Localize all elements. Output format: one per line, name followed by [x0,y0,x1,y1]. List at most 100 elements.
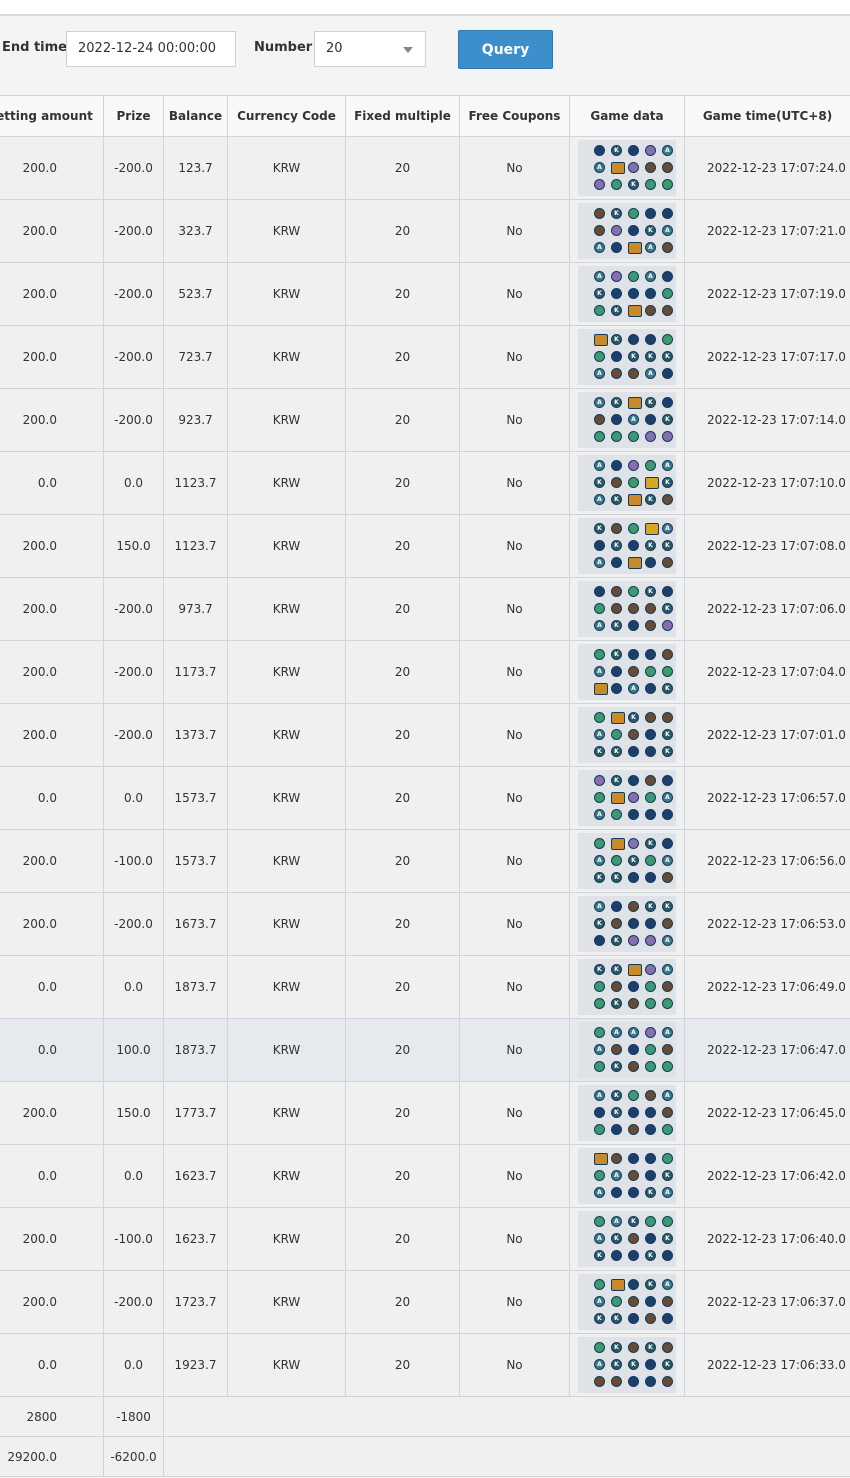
slot-symbol-hair-icon [594,414,605,425]
end-time-input[interactable]: 2022-12-24 00:00:00 [66,31,236,67]
cell-betting-amount: 200.0 [0,892,104,956]
cell-betting-amount: 200.0 [0,325,104,389]
cell-game-time: 2022-12-23 17:07:01.0 [684,703,850,767]
slot-symbol-navy-icon [645,1359,656,1370]
slot-symbol-monkey-icon [628,305,642,317]
slot-symbol-green-icon [628,586,639,597]
slot-symbol-k-icon: K [611,397,622,408]
cell-betting-amount: 200.0 [0,640,104,704]
slot-symbol-hair-icon [628,368,639,379]
slot-symbol-a-icon: A [662,1090,673,1101]
cell-fixed-multiple: 20 [345,577,460,641]
slot-symbol-green-icon [594,305,605,316]
slot-symbol-green-icon [628,523,639,534]
slot-symbol-navy-icon [594,935,605,946]
cell-balance: 1123.7 [163,451,228,515]
cell-game-data: AAKKAKK [569,451,685,515]
slot-symbol-k-icon: K [611,998,622,1009]
number-select[interactable]: 20 [314,31,426,67]
cell-prize: -200.0 [103,262,164,326]
cell-prize: -200.0 [103,892,164,956]
cell-balance: 123.7 [163,136,228,200]
filter-bar: End time 2022-12-24 00:00:00 Number 20 Q… [0,30,850,70]
slot-symbol-navy-icon [645,334,656,345]
query-button[interactable]: Query [458,30,553,69]
slot-symbol-hair-icon [662,918,673,929]
slot-symbol-k-icon: K [645,494,656,505]
cell-game-data: KAAK [569,136,685,200]
slot-symbol-navy-icon [628,872,639,883]
cell-betting-amount: 200.0 [0,1270,104,1334]
slot-symbol-navy-icon [645,683,656,694]
cell-fixed-multiple: 20 [345,1144,460,1208]
slot-symbol-navy-icon [628,334,639,345]
slot-symbol-hair-icon [611,918,622,929]
slot-symbol-hair-icon [662,649,673,660]
cell-fixed-multiple: 20 [345,514,460,578]
cell-prize: 0.0 [103,955,164,1019]
slot-symbol-navy-icon [594,540,605,551]
cell-free-coupons: No [459,262,570,326]
cell-currency-code: KRW [227,1333,346,1397]
slot-symbol-green-icon [594,351,605,362]
slot-symbol-a-icon: A [594,855,605,866]
slot-symbol-green-icon [611,179,622,190]
slot-symbol-a-icon: A [594,1090,605,1101]
slot-symbol-hair-icon [662,712,673,723]
slot-symbol-k-icon: K [611,649,622,660]
header-free-coupons: Free Coupons [459,95,570,137]
slot-symbol-navy-icon [628,620,639,631]
table-row: 200.0 -100.0 1573.7 KRW 20 No K A K A K K 2022-12-23… [0,829,850,893]
summary-betting-amount: 2800 [0,1396,104,1437]
slot-symbol-hair-icon [662,1044,673,1055]
slot-symbol-a-icon: A [662,792,673,803]
table-row: 200.0 -200.0 1723.7 KRW 20 No K A A K K 2022-12-23 … [0,1270,850,1334]
cell-currency-code: KRW [227,325,346,389]
top-bar [0,0,850,16]
cell-fixed-multiple: 20 [345,199,460,263]
slot-symbol-navy-icon [662,809,673,820]
slot-symbol-hair-icon [645,712,656,723]
slot-symbol-navy-icon [628,918,639,929]
cell-game-data: KKAK [569,577,685,641]
slot-symbol-monkey-icon [628,557,642,569]
cell-prize: -200.0 [103,199,164,263]
slot-symbol-a-icon: A [662,1279,673,1290]
slot-symbol-monkey-icon [594,334,608,346]
slot-symbol-green-icon [594,1279,605,1290]
cell-game-time: 2022-12-23 17:07:19.0 [684,262,850,326]
slot-symbol-navy-icon [645,649,656,660]
header-balance: Balance [163,95,228,137]
slot-symbol-ghost-icon [611,271,622,282]
slot-symbol-hair-icon [594,208,605,219]
cell-balance: 1873.7 [163,1018,228,1082]
cell-free-coupons: No [459,1270,570,1334]
header-game-time: Game time(UTC+8) [684,95,850,137]
slot-symbol-navy-icon [594,1107,605,1118]
cell-currency-code: KRW [227,451,346,515]
cell-game-data: KAAK [569,640,685,704]
cell-prize: -100.0 [103,829,164,893]
slot-symbol-green-icon [594,1216,605,1227]
table-row: 200.0 -100.0 1623.7 KRW 20 No A K A K K K K 2022-12-2… [0,1207,850,1271]
slot-symbol-k-icon: K [662,540,673,551]
cell-balance: 723.7 [163,325,228,389]
slot-symbol-green-icon [628,208,639,219]
cell-fixed-multiple: 20 [345,892,460,956]
cell-betting-amount: 200.0 [0,514,104,578]
slot-symbol-a-icon: A [594,271,605,282]
slot-symbol-hair-icon [645,603,656,614]
slot-symbol-a-icon: A [611,1027,622,1038]
slot-board: K A A [578,770,676,826]
cell-game-time: 2022-12-23 17:07:10.0 [684,451,850,515]
slot-symbol-navy-icon [662,775,673,786]
slot-symbol-hair-icon [645,305,656,316]
slot-board: AKKAK [578,392,676,448]
slot-symbol-navy-icon [628,775,639,786]
table-row: 200.0 -200.0 973.7 KRW 20 No K K A K 2022-12-23 17… [0,577,850,641]
table-header-row: Betting amount Prize Balance Currency Co… [0,95,850,137]
slot-board: KAAKK [578,1274,676,1330]
slot-symbol-k-icon: K [611,1359,622,1370]
cell-balance: 923.7 [163,388,228,452]
cell-free-coupons: No [459,199,570,263]
